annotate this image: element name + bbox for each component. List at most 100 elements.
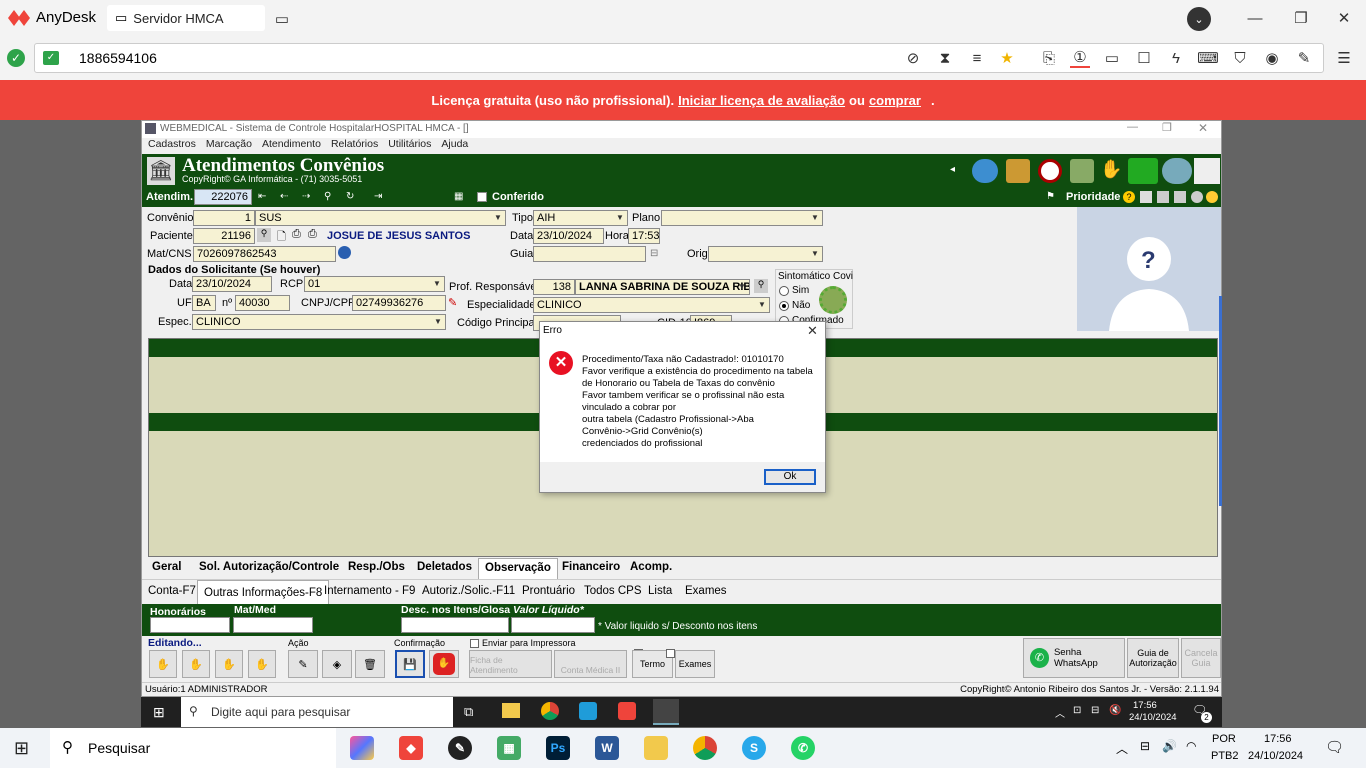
word-icon[interactable]: W	[595, 736, 619, 760]
sms-icon[interactable]	[1128, 158, 1158, 184]
privacy-icon[interactable]: ⊘	[903, 48, 923, 68]
app-blue-icon[interactable]	[579, 702, 597, 720]
trash-button[interactable]: 🗑	[355, 650, 385, 678]
especialidade-select[interactable]: CLINICO ▼	[533, 297, 770, 313]
menu-marcacao[interactable]: Marcação	[206, 138, 252, 154]
syringe-button[interactable]: ✎	[288, 650, 318, 678]
print-small-icon[interactable]: ⎙	[292, 228, 301, 241]
monitor-1-icon[interactable]: ①	[1070, 48, 1090, 68]
lang-secondary[interactable]: PTB2	[1211, 750, 1239, 762]
pill-button[interactable]: ◈	[322, 650, 352, 678]
atendim-field[interactable]: 222076	[194, 189, 252, 205]
menu-atendimento[interactable]: Atendimento	[262, 138, 321, 154]
webmedical-task-icon[interactable]	[653, 699, 679, 725]
matmed-field[interactable]: 0,00	[233, 617, 313, 633]
address-bar[interactable]: ✓ 1886594106 ⊘ ⧗ ≡ ★ ⎘ ① ▭ ☐ ϟ ⌨ ⛉ ◉ ✎	[34, 43, 1324, 73]
menu-relatorios[interactable]: Relatórios	[331, 138, 378, 154]
orig-select[interactable]: ▼	[708, 246, 823, 262]
ok-button[interactable]: Ok	[764, 469, 816, 485]
local-wifi-icon[interactable]: ◠	[1186, 739, 1196, 753]
nav-refresh-icon[interactable]: ↻	[346, 191, 354, 202]
win-minimize-icon[interactable]: —	[1127, 121, 1138, 133]
record-icon[interactable]: ◉	[1262, 48, 1282, 68]
doc-icon[interactable]	[1174, 191, 1186, 203]
local-tray-device-icon[interactable]: ⊟	[1140, 739, 1150, 753]
task-view-icon[interactable]: ⧉	[464, 704, 473, 720]
plano-select[interactable]: ▼	[661, 210, 823, 226]
sim-radio[interactable]	[779, 286, 789, 296]
tab-internamento[interactable]: Internamento - F9	[324, 585, 415, 597]
nav-next-icon[interactable]: ⇢	[302, 191, 310, 202]
restore-icon[interactable]: ❐	[1291, 8, 1311, 28]
minimize-icon[interactable]: —	[1245, 8, 1265, 28]
profile-card-icon[interactable]	[1194, 158, 1220, 184]
nav-first-icon[interactable]: ⇤	[258, 191, 266, 202]
tab-exames[interactable]: Exames	[685, 585, 727, 597]
save-hand-button[interactable]: ✋	[248, 650, 276, 678]
paciente-code-field[interactable]: 21196	[193, 228, 255, 244]
exames-checkbox[interactable]	[666, 649, 675, 658]
globe-small-icon[interactable]	[338, 246, 351, 259]
tab-deletados[interactable]: Deletados	[417, 561, 472, 573]
tab-sol-autorizacao[interactable]: Sol. Autorização/Controle	[199, 561, 339, 573]
clock-icon[interactable]	[1038, 159, 1062, 183]
grid-icon[interactable]	[1140, 191, 1152, 203]
desc-field[interactable]: 0,00	[401, 617, 509, 633]
tray-up-icon[interactable]: ︿	[1055, 705, 1065, 720]
trial-link[interactable]: Iniciar licença de avaliação	[678, 93, 845, 108]
users-icon[interactable]	[972, 159, 998, 183]
card-icon[interactable]: ⊟	[650, 248, 658, 259]
chart-icon[interactable]	[1070, 159, 1094, 183]
hora-field[interactable]: 17:53	[628, 228, 660, 244]
action-icon[interactable]: ϟ	[1166, 48, 1186, 68]
hamburger-menu-icon[interactable]: ☰	[1334, 48, 1354, 68]
copilot-icon[interactable]	[350, 736, 374, 760]
convenio-code-field[interactable]: 1	[193, 210, 255, 226]
tab-prontuario[interactable]: Prontuário	[522, 585, 575, 597]
new-session-icon[interactable]: ▭	[272, 9, 292, 29]
close-icon[interactable]: ✕	[1334, 8, 1354, 28]
inkscape-icon[interactable]: ✎	[448, 736, 472, 760]
matcns-field[interactable]: 7026097862543	[193, 246, 336, 262]
prof-select[interactable]: LANNA SABRINA DE SOUZA RIB ▼	[575, 279, 750, 295]
nav-search-icon[interactable]: ⚲	[324, 191, 331, 202]
tab-lista[interactable]: Lista	[648, 585, 672, 597]
draw-icon[interactable]: ✎	[1294, 48, 1314, 68]
chat-icon[interactable]: ☐	[1134, 48, 1154, 68]
honorarios-field[interactable]: 0,00	[150, 617, 230, 633]
keyboard-icon[interactable]: ⌨	[1197, 48, 1219, 68]
nav-prev-icon[interactable]: ⇠	[280, 191, 288, 202]
explorer-icon[interactable]	[502, 703, 520, 718]
hourglass-icon[interactable]: ⧗	[935, 48, 955, 68]
tab-conta[interactable]: Conta-F7	[148, 585, 196, 597]
document-icon[interactable]: 🗋	[277, 228, 286, 247]
printer-icon[interactable]: ⎙	[308, 228, 317, 241]
globe-icon[interactable]	[1162, 158, 1192, 184]
settings-icon[interactable]	[1191, 191, 1203, 203]
data-field[interactable]: 23/10/2024	[533, 228, 604, 244]
tab-observacao[interactable]: Observação	[478, 558, 558, 579]
skype-icon[interactable]: S	[742, 736, 766, 760]
tray-network-icon[interactable]: ⊡	[1073, 705, 1081, 716]
tray-volume-icon[interactable]: 🔇	[1109, 705, 1121, 716]
arrow-left-icon[interactable]: ◂	[950, 164, 955, 175]
nao-radio[interactable]	[779, 301, 789, 311]
convenio-select[interactable]: SUS ▼	[255, 210, 506, 226]
menu-circle-icon[interactable]: ⌄	[1187, 7, 1211, 31]
tab-servidor[interactable]: ▭ Servidor HMCA	[107, 5, 265, 31]
ficha-button[interactable]: Ficha de Atendimento	[469, 650, 552, 678]
anydesk-task-icon[interactable]	[618, 702, 636, 720]
tab-todos-cps[interactable]: Todos CPS	[584, 585, 642, 597]
cnpj-field[interactable]: 02749936276	[352, 295, 446, 311]
nav-last-icon[interactable]: ⇥	[374, 191, 382, 202]
conferido-checkbox[interactable]	[477, 192, 487, 202]
cancela-guia-button[interactable]: Cancela Guia	[1181, 638, 1221, 678]
permissions-icon[interactable]: ⛉	[1230, 48, 1250, 68]
tab-autoriz-solic[interactable]: Autoriz./Solic.-F11	[422, 585, 515, 597]
insert-button[interactable]: ✋	[149, 650, 177, 678]
scrollbar[interactable]	[1219, 296, 1222, 506]
tray-device-icon[interactable]: ⊟	[1091, 705, 1099, 716]
chrome-icon[interactable]	[541, 702, 559, 720]
sol-data-field[interactable]: 23/10/2024	[192, 276, 272, 292]
local-search-box[interactable]: ⚲ Pesquisar	[50, 728, 336, 768]
